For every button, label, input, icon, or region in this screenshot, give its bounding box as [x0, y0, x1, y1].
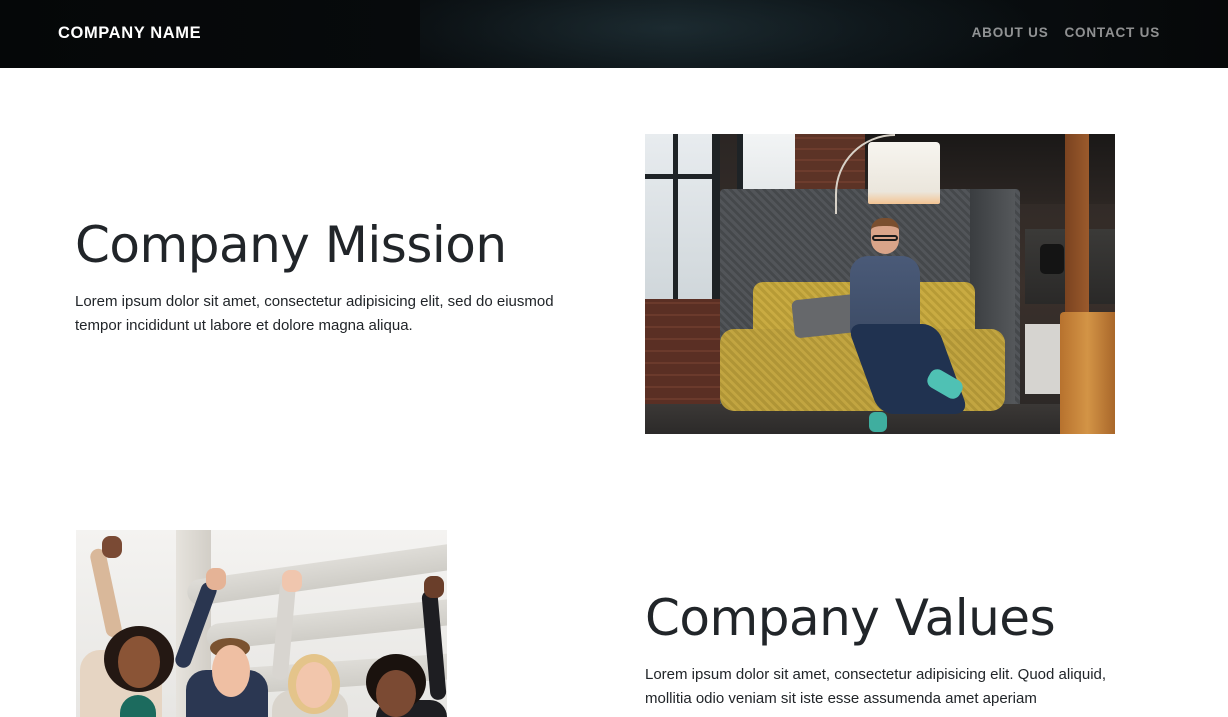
brand-link[interactable]: COMPANY NAME	[58, 24, 201, 43]
office-photo	[645, 134, 1115, 434]
values-heading: Company Values	[645, 589, 1056, 647]
nav-link-contact-us[interactable]: CONTACT US	[1065, 25, 1161, 40]
values-text: Lorem ipsum dolor sit amet, consectetur …	[645, 666, 1107, 707]
nav-link-about-us[interactable]: ABOUT US	[972, 25, 1049, 40]
mission-text: Lorem ipsum dolor sit amet, consectetur …	[75, 293, 554, 334]
mission-heading: Company Mission	[75, 216, 507, 274]
navbar: COMPANY NAME ABOUT US CONTACT US	[0, 0, 1228, 68]
nav-links: ABOUT US CONTACT US	[972, 25, 1160, 40]
team-photo	[76, 530, 447, 717]
navbar-background-texture	[420, 0, 1040, 68]
